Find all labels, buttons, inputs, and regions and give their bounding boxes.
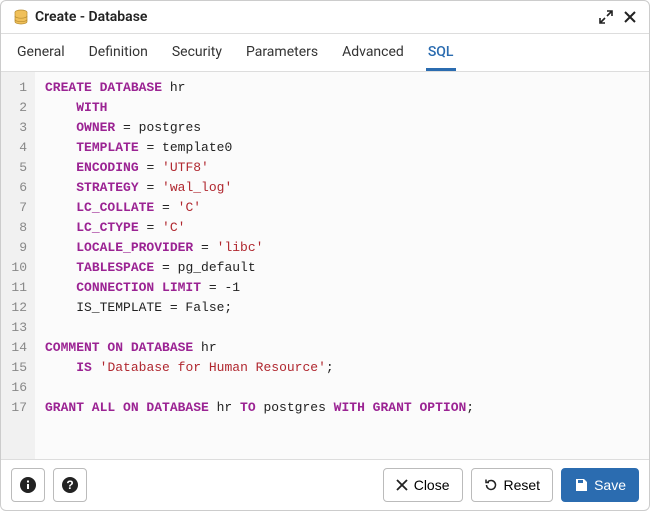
svg-text:?: ? [66, 478, 73, 492]
line-number: 12 [7, 298, 27, 318]
sql-editor[interactable]: 1234567891011121314151617 CREATE DATABAS… [1, 72, 649, 459]
reset-button-label: Reset [504, 477, 541, 493]
expand-icon[interactable] [599, 10, 613, 24]
tab-general[interactable]: General [15, 34, 67, 71]
line-number: 16 [7, 378, 27, 398]
tab-sql[interactable]: SQL [426, 34, 456, 71]
tab-parameters[interactable]: Parameters [244, 34, 320, 71]
tab-security[interactable]: Security [170, 34, 224, 71]
dialog-footer: ? Close Reset Save [1, 459, 649, 510]
save-icon [574, 478, 588, 492]
tab-bar: General Definition Security Parameters A… [1, 34, 649, 72]
info-button[interactable] [11, 468, 45, 502]
close-button-label: Close [414, 477, 450, 493]
line-number-gutter: 1234567891011121314151617 [1, 72, 35, 459]
line-number: 14 [7, 338, 27, 358]
line-number: 11 [7, 278, 27, 298]
code-line [45, 318, 639, 338]
line-number: 3 [7, 118, 27, 138]
code-line: COMMENT ON DATABASE hr [45, 338, 639, 358]
tab-advanced[interactable]: Advanced [340, 34, 406, 71]
code-line: CONNECTION LIMIT = -1 [45, 278, 639, 298]
code-line: IS_TEMPLATE = False; [45, 298, 639, 318]
x-icon [396, 479, 408, 491]
line-number: 1 [7, 78, 27, 98]
code-line: LC_COLLATE = 'C' [45, 198, 639, 218]
code-line: ENCODING = 'UTF8' [45, 158, 639, 178]
tab-definition[interactable]: Definition [87, 34, 150, 71]
code-line: IS 'Database for Human Resource'; [45, 358, 639, 378]
save-button-label: Save [594, 477, 626, 493]
titlebar: Create - Database [1, 1, 649, 34]
line-number: 10 [7, 258, 27, 278]
line-number: 6 [7, 178, 27, 198]
line-number: 17 [7, 398, 27, 418]
line-number: 4 [7, 138, 27, 158]
reset-button[interactable]: Reset [471, 468, 554, 502]
save-button[interactable]: Save [561, 468, 639, 502]
line-number: 13 [7, 318, 27, 338]
code-line: LOCALE_PROVIDER = 'libc' [45, 238, 639, 258]
dialog-title: Create - Database [35, 9, 599, 25]
line-number: 15 [7, 358, 27, 378]
code-line: CREATE DATABASE hr [45, 78, 639, 98]
code-line: STRATEGY = 'wal_log' [45, 178, 639, 198]
line-number: 8 [7, 218, 27, 238]
code-line: GRANT ALL ON DATABASE hr TO postgres WIT… [45, 398, 639, 418]
create-database-dialog: Create - Database General Definition Sec… [0, 0, 650, 511]
close-button[interactable]: Close [383, 468, 463, 502]
database-icon [13, 9, 29, 25]
code-line: WITH [45, 98, 639, 118]
code-line [45, 378, 639, 398]
close-icon[interactable] [623, 10, 637, 24]
code-area[interactable]: CREATE DATABASE hr WITH OWNER = postgres… [35, 72, 649, 459]
line-number: 7 [7, 198, 27, 218]
code-line: OWNER = postgres [45, 118, 639, 138]
line-number: 2 [7, 98, 27, 118]
code-line: LC_CTYPE = 'C' [45, 218, 639, 238]
code-line: TEMPLATE = template0 [45, 138, 639, 158]
help-button[interactable]: ? [53, 468, 87, 502]
line-number: 5 [7, 158, 27, 178]
line-number: 9 [7, 238, 27, 258]
reset-icon [484, 478, 498, 492]
code-line: TABLESPACE = pg_default [45, 258, 639, 278]
